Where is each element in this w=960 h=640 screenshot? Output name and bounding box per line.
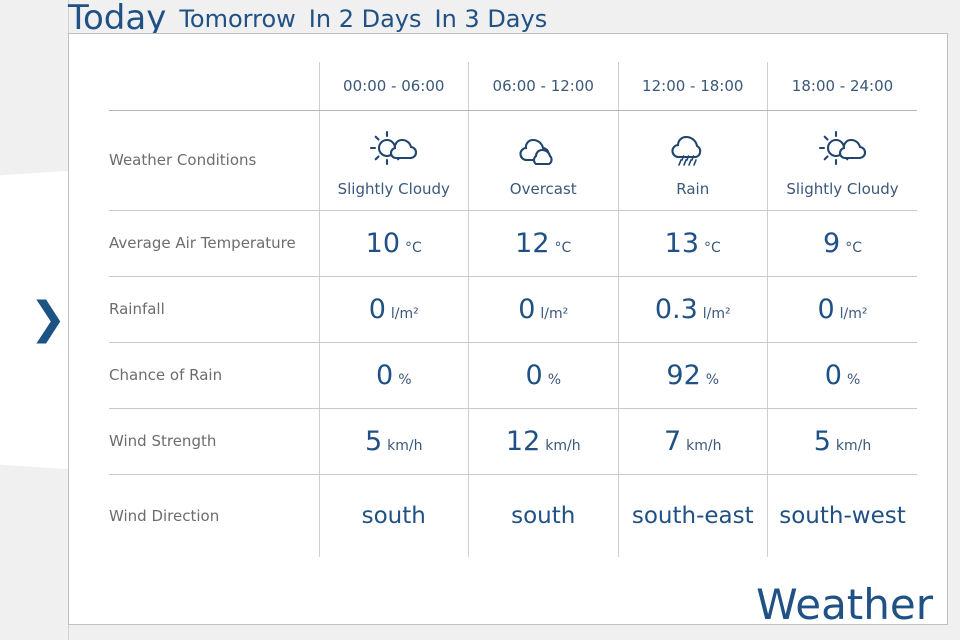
weather-forecast-table: 00:00 - 06:00 06:00 - 12:00 12:00 - 18:0… [109,62,917,557]
page-title: Weather [756,580,933,629]
conditions-label-0: Slightly Cloudy [337,179,450,198]
cell-wind-direction-1: south [468,474,618,557]
rainfall-unit-3: l/m² [839,306,868,322]
conditions-label-2: Rain [676,179,710,198]
temperature-unit-3: °C [845,240,862,256]
row-label-weather-conditions: Weather Conditions [109,110,319,211]
tab-tomorrow[interactable]: Tomorrow [179,7,295,36]
row-label-rainfall: Rainfall [109,276,319,343]
wind-strength-value-2: 7 [663,426,682,457]
cell-rainfall-0: 0 l/m² [318,276,469,343]
cell-temperature-0: 10 °C [318,210,469,277]
cell-rainfall-2: 0.3 l/m² [617,276,768,343]
chance-value-2: 92 [666,360,701,391]
wind-strength-value-3: 5 [813,426,831,457]
conditions-label-1: Overcast [509,179,577,198]
cell-chance-1: 0 % [468,342,618,409]
table-corner-cell [109,62,319,111]
table-row-wind-direction: Wind Direction south south south-east so… [109,474,917,557]
table-header: 00:00 - 06:00 06:00 - 12:00 12:00 - 18:0… [109,62,917,111]
cell-conditions-2: Rain [617,110,768,211]
table-header-row: 00:00 - 06:00 06:00 - 12:00 12:00 - 18:0… [109,62,917,111]
wind-strength-unit-1: km/h [545,438,581,454]
wind-strength-value-0: 5 [364,426,383,457]
chevron-right-icon[interactable]: ❯ [30,297,67,341]
rainfall-unit-2: l/m² [702,306,731,322]
cell-wind-strength-1: 12 km/h [468,408,618,475]
row-label-wind-direction: Wind Direction [109,506,220,525]
temperature-value-2: 13 [664,228,700,259]
cell-wind-direction-0: south [318,474,469,557]
wind-direction-value-2: south-east [631,502,754,529]
temperature-value-1: 12 [515,228,550,259]
tab-in-2-days[interactable]: In 2 Days [309,7,422,36]
table-row-average-air-temperature: Average Air Temperature 10 °C 12 °C 13 °… [109,210,917,277]
rainfall-value-1: 0 [518,294,536,325]
cell-wind-strength-2: 7 km/h [617,408,768,475]
rain-cloud-icon [664,126,722,172]
column-header-0: 00:00 - 06:00 [318,62,469,111]
chance-unit-1: % [547,372,561,388]
cell-conditions-1: Overcast [468,110,618,211]
row-label-chance-of-rain: Chance of Rain [109,342,319,409]
wind-strength-unit-0: km/h [387,438,423,454]
chance-unit-3: % [846,372,861,388]
chance-unit-2: % [705,372,720,388]
cell-temperature-2: 13 °C [617,210,768,277]
temperature-unit-2: °C [704,240,721,256]
chance-unit-0: % [398,372,412,388]
rainfall-unit-0: l/m² [390,306,419,322]
overcast-cloud-icon [514,126,572,172]
cell-temperature-1: 12 °C [468,210,618,277]
chance-value-3: 0 [824,360,842,391]
rainfall-unit-1: l/m² [540,306,569,322]
table-row-weather-conditions: Weather Conditions Slightly Cloudy Overc… [109,110,917,211]
temperature-unit-0: °C [405,240,422,256]
temperature-value-3: 9 [823,228,841,259]
wind-direction-value-1: south [511,502,576,529]
tab-today[interactable]: Today [68,1,166,36]
sun-cloud-icon [814,126,872,172]
cell-wind-strength-0: 5 km/h [318,408,469,475]
cell-wind-strength-3: 5 km/h [767,408,917,475]
temperature-unit-1: °C [554,240,572,256]
conditions-label-3: Slightly Cloudy [786,179,899,198]
cell-wind-direction-3: south-west [767,474,917,557]
row-label-wind-strength: Wind Strength [109,408,319,475]
rainfall-value-0: 0 [368,294,386,325]
cell-temperature-3: 9 °C [767,210,917,277]
column-header-3: 18:00 - 24:00 [767,62,917,111]
column-header-2: 12:00 - 18:00 [617,62,768,111]
weather-card: 00:00 - 06:00 06:00 - 12:00 12:00 - 18:0… [68,33,948,629]
cell-chance-2: 92 % [617,342,768,409]
chance-value-1: 0 [525,360,543,391]
cell-conditions-0: Slightly Cloudy [318,110,469,211]
cell-wind-direction-2: south-east [617,474,768,557]
day-tabs: Today Tomorrow In 2 Days In 3 Days [68,0,547,36]
temperature-value-0: 10 [365,228,401,259]
cell-chance-3: 0 % [767,342,917,409]
table-body: Weather Conditions Slightly Cloudy Overc… [109,110,917,557]
wind-strength-unit-3: km/h [835,438,872,454]
column-header-1: 06:00 - 12:00 [468,62,618,111]
cell-rainfall-3: 0 l/m² [767,276,917,343]
table-row-wind-strength: Wind Strength 5 km/h 12 km/h 7 km/h 5 km… [109,408,917,475]
cell-conditions-3: Slightly Cloudy [767,110,917,211]
row-label-average-air-temperature: Average Air Temperature [109,210,319,277]
rainfall-value-3: 0 [817,294,835,325]
cell-rainfall-1: 0 l/m² [468,276,618,343]
wind-strength-unit-2: km/h [686,438,722,454]
chance-value-0: 0 [376,360,394,391]
wind-direction-value-0: south [361,502,426,529]
sun-cloud-icon [365,126,423,172]
rainfall-value-2: 0.3 [654,294,698,325]
table-row-rainfall: Rainfall 0 l/m² 0 l/m² 0.3 l/m² 0 l/m² [109,276,917,343]
wind-strength-value-1: 12 [505,426,541,457]
wind-direction-value-3: south-west [779,502,906,529]
tab-in-3-days[interactable]: In 3 Days [435,7,548,36]
cell-chance-0: 0 % [318,342,469,409]
table-row-chance-of-rain: Chance of Rain 0 % 0 % 92 % 0 % [109,342,917,409]
